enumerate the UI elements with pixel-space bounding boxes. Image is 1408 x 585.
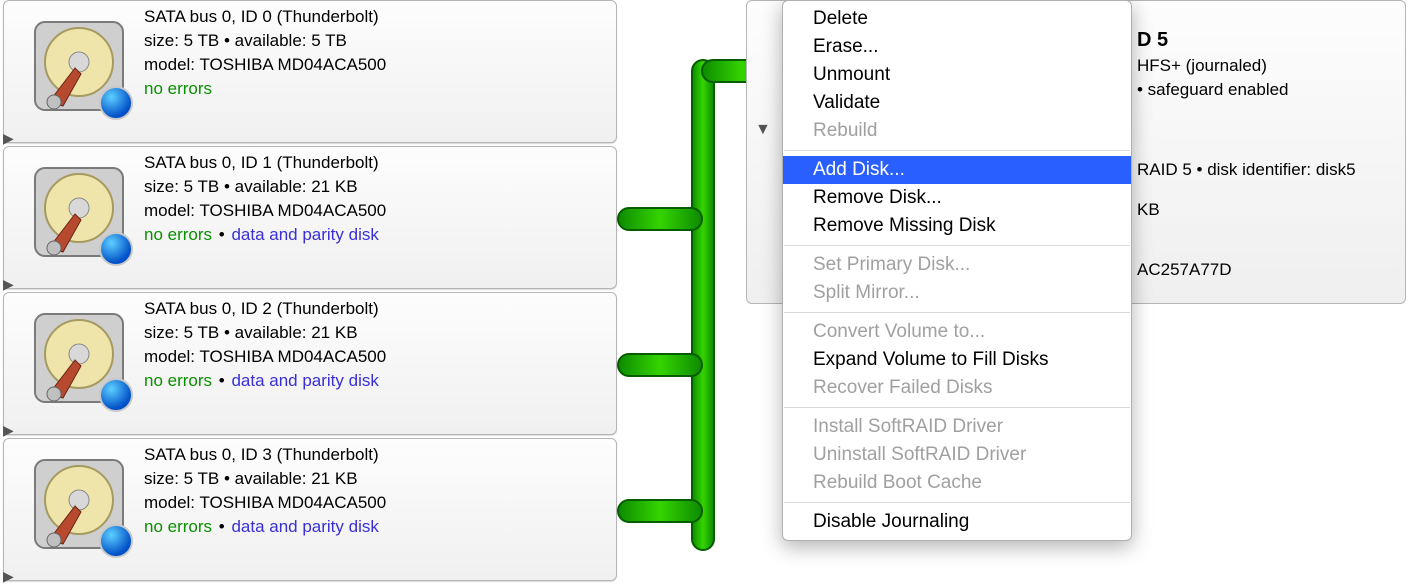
menu-item-set-primary-disk: Set Primary Disk... bbox=[783, 251, 1131, 279]
menu-item-split-mirror: Split Mirror... bbox=[783, 279, 1131, 307]
harddisk-icon bbox=[29, 16, 129, 116]
raid-badge-icon bbox=[99, 86, 133, 120]
disk-card-2[interactable]: ▶ SATA bus 0, ID 2 (Thunderbolt) size: 5… bbox=[3, 292, 617, 435]
expand-icon[interactable]: ▶ bbox=[3, 130, 14, 147]
harddisk-icon bbox=[29, 454, 129, 554]
expand-icon[interactable]: ▶ bbox=[3, 422, 14, 439]
disk-size-line: size: 5 TB • available: 21 KB bbox=[144, 323, 606, 343]
menu-separator bbox=[784, 245, 1130, 246]
menu-item-rebuild-boot-cache: Rebuild Boot Cache bbox=[783, 469, 1131, 497]
raid-badge-icon bbox=[99, 232, 133, 266]
disclosure-icon[interactable]: ▼ bbox=[755, 121, 771, 139]
menu-separator bbox=[784, 502, 1130, 503]
volume-raid-level: RAID 5 • disk identifier: disk5 bbox=[1137, 160, 1391, 180]
disk-model-line: model: TOSHIBA MD04ACA500 bbox=[144, 201, 606, 221]
volume-safeguard: • safeguard enabled bbox=[1137, 80, 1391, 100]
status-no-errors: no errors bbox=[144, 517, 212, 536]
disk-title: SATA bus 0, ID 1 (Thunderbolt) bbox=[144, 153, 606, 173]
expand-icon[interactable]: ▶ bbox=[3, 276, 14, 293]
volume-format: HFS+ (journaled) bbox=[1137, 56, 1391, 76]
disk-model-line: model: TOSHIBA MD04ACA500 bbox=[144, 493, 606, 513]
disk-status-line: no errors bbox=[144, 79, 606, 99]
disk-size-line: size: 5 TB • available: 21 KB bbox=[144, 177, 606, 197]
disk-title: SATA bus 0, ID 3 (Thunderbolt) bbox=[144, 445, 606, 465]
disk-status-line: no errors • data and parity disk bbox=[144, 517, 606, 537]
disk-size-line: size: 5 TB • available: 5 TB bbox=[144, 31, 606, 51]
menu-item-delete[interactable]: Delete bbox=[783, 5, 1131, 33]
menu-item-uninstall-softraid-driver: Uninstall SoftRAID Driver bbox=[783, 441, 1131, 469]
menu-item-validate[interactable]: Validate bbox=[783, 89, 1131, 117]
status-no-errors: no errors bbox=[144, 371, 212, 390]
menu-item-add-disk[interactable]: Add Disk... bbox=[783, 156, 1131, 184]
disk-status-line: no errors • data and parity disk bbox=[144, 371, 606, 391]
menu-item-expand-volume-to-fill-disks[interactable]: Expand Volume to Fill Disks bbox=[783, 346, 1131, 374]
harddisk-icon bbox=[29, 308, 129, 408]
menu-separator bbox=[784, 407, 1130, 408]
disk-size-line: size: 5 TB • available: 21 KB bbox=[144, 469, 606, 489]
menu-item-install-softraid-driver: Install SoftRAID Driver bbox=[783, 413, 1131, 441]
expand-icon[interactable]: ▶ bbox=[3, 568, 14, 585]
disk-title: SATA bus 0, ID 2 (Thunderbolt) bbox=[144, 299, 606, 319]
disk-list: ▶ SATA bus 0, ID 0 (Thunderbolt) size: 5… bbox=[0, 0, 620, 580]
volume-title: D 5 bbox=[1137, 29, 1391, 52]
menu-separator bbox=[784, 312, 1130, 313]
menu-separator bbox=[784, 150, 1130, 151]
context-menu[interactable]: DeleteErase...UnmountValidateRebuild Add … bbox=[782, 0, 1132, 541]
menu-item-disable-journaling[interactable]: Disable Journaling bbox=[783, 508, 1131, 536]
disk-card-0[interactable]: ▶ SATA bus 0, ID 0 (Thunderbolt) size: 5… bbox=[3, 0, 617, 143]
raid-badge-icon bbox=[99, 524, 133, 558]
raid-badge-icon bbox=[99, 378, 133, 412]
harddisk-icon bbox=[29, 162, 129, 262]
disk-status-line: no errors • data and parity disk bbox=[144, 225, 606, 245]
status-role: data and parity disk bbox=[231, 517, 378, 536]
disk-model-line: model: TOSHIBA MD04ACA500 bbox=[144, 55, 606, 75]
disk-model-line: model: TOSHIBA MD04ACA500 bbox=[144, 347, 606, 367]
menu-item-remove-missing-disk[interactable]: Remove Missing Disk bbox=[783, 212, 1131, 240]
status-role: data and parity disk bbox=[231, 371, 378, 390]
disk-card-1[interactable]: ▶ SATA bus 0, ID 1 (Thunderbolt) size: 5… bbox=[3, 146, 617, 289]
disk-card-3[interactable]: ▶ SATA bus 0, ID 3 (Thunderbolt) size: 5… bbox=[3, 438, 617, 581]
status-no-errors: no errors bbox=[144, 225, 212, 244]
menu-item-erase[interactable]: Erase... bbox=[783, 33, 1131, 61]
status-role: data and parity disk bbox=[231, 225, 378, 244]
menu-item-convert-volume-to: Convert Volume to... bbox=[783, 318, 1131, 346]
menu-item-recover-failed-disks: Recover Failed Disks bbox=[783, 374, 1131, 402]
menu-item-remove-disk[interactable]: Remove Disk... bbox=[783, 184, 1131, 212]
menu-item-unmount[interactable]: Unmount bbox=[783, 61, 1131, 89]
volume-uuid: AC257A77D bbox=[1137, 260, 1391, 280]
disk-title: SATA bus 0, ID 0 (Thunderbolt) bbox=[144, 7, 606, 27]
status-no-errors: no errors bbox=[144, 79, 212, 98]
volume-kb: KB bbox=[1137, 200, 1391, 220]
menu-item-rebuild: Rebuild bbox=[783, 117, 1131, 145]
